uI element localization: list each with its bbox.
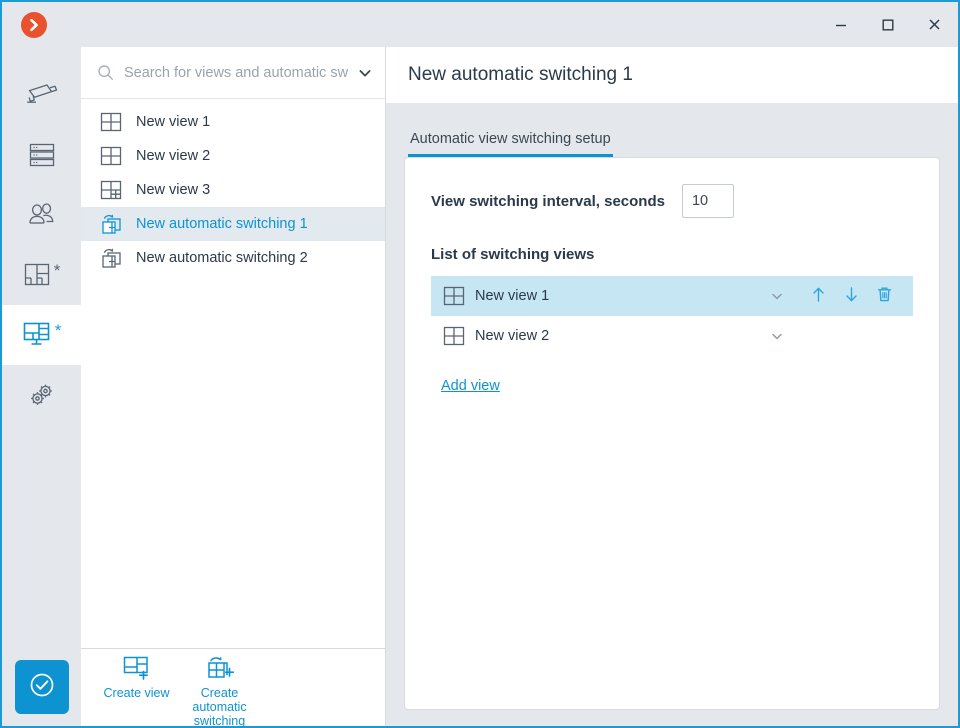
confirm-button-wrap <box>2 648 81 726</box>
rail-item-workspaces[interactable]: * <box>2 305 81 365</box>
interval-row: View switching interval, seconds <box>431 184 913 218</box>
tab-automatic-view-switching-setup[interactable]: Automatic view switching setup <box>408 131 613 157</box>
add-view-link[interactable]: Add view <box>441 378 500 394</box>
table-row-label: New view 2 <box>475 328 550 344</box>
create-auto-switching-button[interactable]: Create automatic switching <box>182 655 257 728</box>
list-item-selected[interactable]: New automatic switching 1 <box>81 207 385 241</box>
main-content: Automatic view switching setup View swit… <box>386 103 958 726</box>
main-header: New automatic switching 1 <box>386 47 958 103</box>
list-item[interactable]: New view 3 <box>81 173 385 207</box>
interval-input[interactable] <box>681 184 734 218</box>
server-stack-icon <box>27 140 57 170</box>
auto-switching-icon <box>100 246 126 270</box>
list-item-label: New automatic switching 2 <box>136 250 308 266</box>
app-logo-icon <box>21 11 47 38</box>
window-body: * * Search for views and automatic switc… <box>2 47 958 728</box>
rail-item-settings[interactable] <box>2 365 81 425</box>
layouts-modified-star: * <box>53 261 61 280</box>
users-group-icon <box>27 201 57 229</box>
delete-button[interactable] <box>868 285 901 308</box>
list-item-label: New view 1 <box>136 114 211 130</box>
switching-views-title: List of switching views <box>431 246 595 263</box>
list-item[interactable]: New automatic switching 2 <box>81 241 385 275</box>
window-controls <box>817 2 958 47</box>
rail-item-servers[interactable] <box>2 125 81 185</box>
main-area: New automatic switching 1 Automatic view… <box>386 47 958 726</box>
workspaces-modified-star: * <box>54 321 62 340</box>
application-window: * * Search for views and automatic switc… <box>0 0 960 728</box>
rail-item-cameras[interactable] <box>2 65 81 125</box>
list-item[interactable]: New view 2 <box>81 139 385 173</box>
chevron-down-icon[interactable] <box>349 65 373 81</box>
create-view-label: Create view <box>103 686 170 700</box>
tab-bar: Automatic view switching setup <box>404 103 940 157</box>
list-item-label: New automatic switching 1 <box>136 216 308 232</box>
arrow-down-icon <box>842 285 861 308</box>
view-grid-icon <box>100 145 126 167</box>
close-button[interactable] <box>911 2 958 47</box>
search-bar <box>81 47 385 99</box>
chevron-down-icon[interactable] <box>770 329 784 343</box>
create-view-icon <box>122 655 152 683</box>
view-grid-icon <box>443 325 465 347</box>
create-auto-switching-label: Create automatic switching <box>192 686 247 728</box>
navigation-rail: * * <box>2 47 81 726</box>
list-item[interactable]: New view 1 <box>81 105 385 139</box>
rail-item-layouts[interactable]: * <box>2 245 81 305</box>
grid-layout-icon <box>23 262 51 288</box>
check-circle-icon <box>27 670 57 705</box>
trash-icon <box>875 285 894 308</box>
create-auto-switching-icon <box>205 655 235 683</box>
settings-card: View switching interval, seconds List of… <box>404 157 940 710</box>
search-input[interactable] <box>124 64 349 81</box>
table-row[interactable]: New view 1 <box>431 276 913 316</box>
interval-label: View switching interval, seconds <box>431 192 665 210</box>
table-row[interactable]: New view 2 <box>431 316 913 356</box>
list-item-label: New view 3 <box>136 182 211 198</box>
maximize-button[interactable] <box>864 2 911 47</box>
title-bar <box>2 2 958 47</box>
view-list-panel: New view 1 New view 2 <box>81 47 386 728</box>
arrow-up-icon <box>809 285 828 308</box>
view-list: New view 1 New view 2 New view 3 New aut… <box>81 99 385 648</box>
cctv-camera-icon <box>25 82 59 108</box>
table-row-label: New view 1 <box>475 288 550 304</box>
create-view-button[interactable]: Create view <box>99 655 174 700</box>
auto-switching-icon <box>100 212 126 236</box>
move-down-button[interactable] <box>835 285 868 308</box>
list-item-label: New view 2 <box>136 148 211 164</box>
minimize-button[interactable] <box>817 2 864 47</box>
gears-icon <box>27 381 57 409</box>
search-icon <box>97 64 114 81</box>
view-grid-icon <box>443 285 465 307</box>
move-up-button[interactable] <box>802 285 835 308</box>
confirm-button[interactable] <box>14 660 69 714</box>
view-grid-icon <box>100 111 126 133</box>
list-footer-toolbar: Create view Create automatic switching <box>81 648 385 728</box>
tab-label: Automatic view switching setup <box>410 131 611 147</box>
view-grid-split-icon <box>100 179 126 201</box>
chevron-down-icon[interactable] <box>770 289 784 303</box>
page-title: New automatic switching 1 <box>408 64 633 85</box>
rail-item-users[interactable] <box>2 185 81 245</box>
monitor-layout-icon <box>22 321 52 349</box>
